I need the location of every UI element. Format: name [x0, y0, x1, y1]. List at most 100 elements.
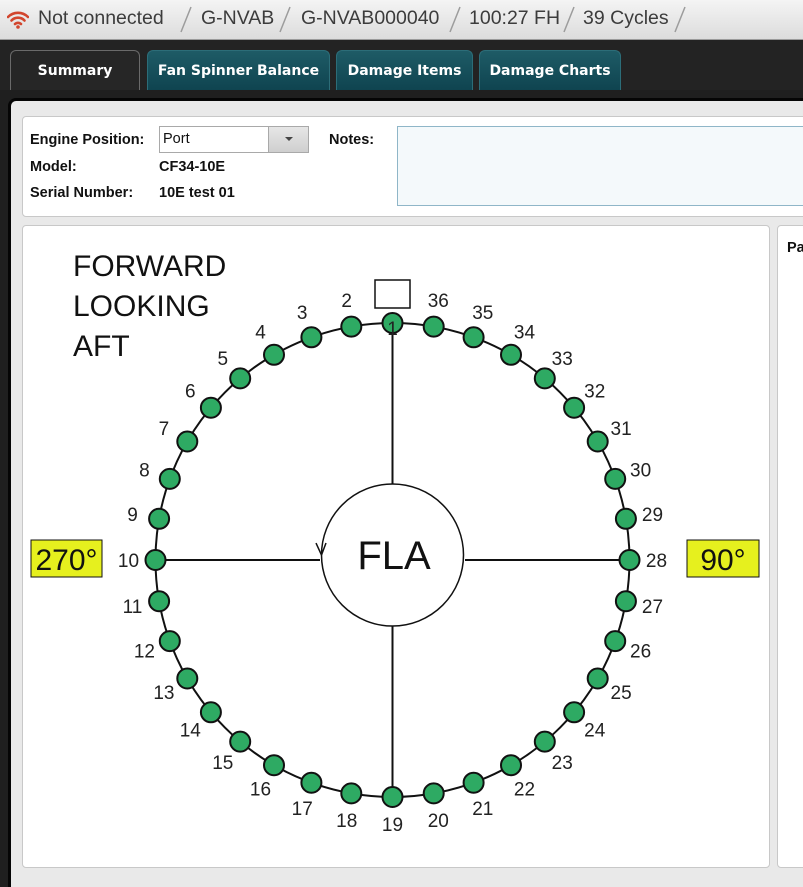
blade-marker[interactable] [158, 467, 181, 490]
model-value: CF34-10E [159, 159, 226, 175]
blade-marker[interactable] [500, 343, 522, 366]
blade-marker[interactable] [533, 730, 556, 753]
breadcrumb-separator [563, 6, 575, 33]
blade-marker[interactable] [229, 730, 252, 753]
blade-marker[interactable] [422, 782, 445, 805]
blade-number-label: 34 [514, 322, 536, 343]
aircraft-registration: G-NVAB [201, 7, 275, 29]
blade-number-label: 23 [552, 753, 573, 774]
engine-position-select[interactable]: Port [159, 126, 309, 153]
blade-number-label: 28 [646, 551, 667, 572]
blade-number-label: 11 [123, 597, 143, 618]
breadcrumb-separator [180, 6, 192, 33]
cycle-count: 39 Cycles [583, 7, 669, 29]
breadcrumb-separator [674, 6, 686, 33]
degree-270-label: 270° [35, 544, 97, 577]
engine-position-value: Port [163, 131, 190, 147]
blade-number-label: 4 [255, 322, 266, 343]
orientation-header: FORWARD LOOKING AFT [73, 250, 226, 363]
blade-number-label: 1 [387, 319, 398, 340]
blade-marker[interactable] [604, 467, 627, 490]
blade-marker[interactable] [533, 367, 556, 390]
blade-number-label: 24 [584, 721, 606, 742]
blade-marker[interactable] [176, 667, 199, 690]
dropdown-arrow-icon[interactable] [268, 127, 308, 152]
blade-marker[interactable] [148, 507, 171, 530]
fla-label: FLA [357, 534, 431, 578]
blade-number-label: 3 [297, 303, 308, 324]
blade-marker[interactable] [618, 549, 641, 571]
notes-field[interactable] [397, 126, 803, 206]
blade-number-label: 12 [134, 641, 155, 662]
blade-marker[interactable] [614, 590, 637, 613]
tab-fan-spinner-balance[interactable]: Fan Spinner Balance [147, 50, 330, 90]
blade-number-label: 35 [472, 303, 493, 324]
connection-status: Not connected [38, 7, 164, 29]
blade-number-label: 19 [382, 815, 403, 836]
blade-marker[interactable] [300, 326, 323, 349]
blade-marker[interactable] [229, 367, 252, 390]
blade-number-label: 31 [611, 419, 632, 440]
tab-strip: Summary Fan Spinner Balance Damage Items… [0, 40, 803, 90]
blade-number-label: 22 [514, 780, 535, 801]
blade-number-label: 32 [584, 381, 605, 402]
notes-label: Notes: [329, 132, 375, 148]
blade-marker[interactable] [199, 701, 222, 724]
blade-number-label: 13 [153, 683, 174, 704]
serial-number-label: Serial Number: [30, 185, 134, 201]
blade-marker[interactable] [500, 754, 522, 777]
blade-number-label: 8 [139, 461, 150, 482]
blade-number-label: 5 [218, 349, 229, 370]
blade-marker[interactable] [586, 430, 609, 453]
blade-marker[interactable] [604, 630, 627, 653]
header-line-looking: LOOKING [73, 290, 210, 323]
tab-damage-items[interactable]: Damage Items [336, 50, 473, 90]
blade-number-label: 2 [341, 291, 352, 312]
blade-marker[interactable] [144, 549, 167, 571]
blade-marker[interactable] [381, 786, 404, 808]
blade-number-label: 21 [472, 799, 493, 820]
blade-marker[interactable] [176, 430, 199, 453]
blade-marker[interactable] [462, 326, 485, 349]
blade-number-label: 17 [292, 799, 313, 820]
status-bar: Not connected G-NVAB G-NVAB000040 100:27… [0, 0, 803, 40]
flight-hours: 100:27 FH [469, 7, 561, 29]
blade-marker[interactable] [563, 701, 586, 724]
blade-number-label: 7 [159, 419, 170, 440]
wifi-disconnected-icon [7, 11, 29, 29]
blade-marker[interactable] [340, 315, 363, 338]
blade-number-label: 29 [642, 505, 663, 526]
breadcrumb-separator [449, 6, 461, 33]
blade-marker[interactable] [263, 343, 285, 366]
degree-90-label: 90° [700, 544, 745, 577]
blade-number-label: 10 [118, 551, 139, 572]
blade-marker[interactable] [340, 782, 363, 805]
blade-number-label: 16 [250, 780, 271, 801]
blade-marker[interactable] [263, 754, 285, 777]
blade-marker[interactable] [462, 771, 485, 794]
blade-marker[interactable] [300, 771, 323, 794]
blade-number-label: 9 [127, 505, 138, 526]
blade-number-label: 30 [630, 461, 651, 482]
blade-marker[interactable] [563, 396, 586, 419]
blade-1-reference-box [374, 279, 411, 309]
blade-marker[interactable] [422, 315, 445, 338]
blade-number-label: 6 [185, 381, 196, 402]
engine-identifier: G-NVAB000040 [301, 7, 440, 29]
blade-marker[interactable] [148, 590, 171, 613]
blade-number-label: 25 [611, 683, 632, 704]
tab-summary[interactable]: Summary [10, 50, 140, 90]
blade-number-label: 26 [630, 641, 651, 662]
blade-marker[interactable] [158, 630, 181, 653]
blade-marker[interactable] [586, 667, 609, 690]
header-line-forward: FORWARD [73, 250, 226, 283]
tab-damage-charts[interactable]: Damage Charts [479, 50, 621, 90]
blade-number-label: 20 [428, 811, 449, 832]
blade-number-label: 36 [428, 291, 449, 312]
blade-number-label: 14 [180, 721, 202, 742]
serial-number-value: 10E test 01 [159, 185, 235, 201]
blade-marker[interactable] [614, 507, 637, 530]
blade-number-label: 18 [336, 811, 357, 832]
engine-position-label: Engine Position: [30, 132, 145, 148]
blade-marker[interactable] [199, 396, 222, 419]
